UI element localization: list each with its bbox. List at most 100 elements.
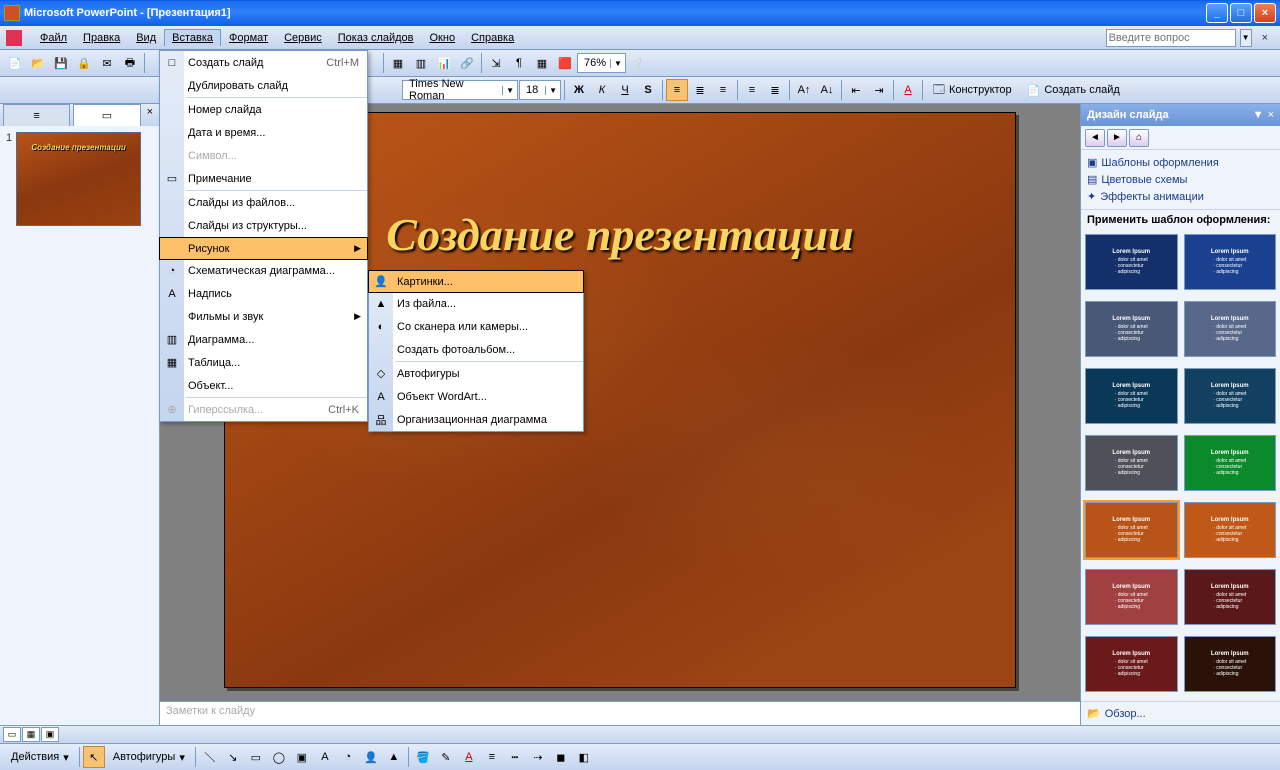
decrease-indent-button[interactable]: ⇤ [845, 79, 867, 101]
menu-item[interactable]: Номер слайда [160, 98, 367, 121]
menu-item[interactable]: Дата и время... [160, 121, 367, 144]
mdi-close-button[interactable]: × [1256, 32, 1274, 44]
shadow-button[interactable]: S [637, 79, 659, 101]
design-thumbnail[interactable]: Lorem Ipsum· dolor sit amet· consectetur… [1085, 636, 1178, 692]
menu-item[interactable]: ▦Таблица... [160, 351, 367, 374]
design-thumbnail[interactable]: Lorem Ipsum· dolor sit amet· consectetur… [1085, 234, 1178, 290]
close-button[interactable]: × [1254, 3, 1276, 23]
underline-button[interactable]: Ч [614, 79, 636, 101]
bullets-button[interactable]: ≣ [764, 79, 786, 101]
task-pane-close-icon[interactable]: × [1268, 109, 1274, 121]
menu-item[interactable]: Слайды из файлов... [160, 191, 367, 214]
normal-view-button[interactable]: ▭ [3, 727, 21, 742]
menu-file[interactable]: Файл [32, 29, 75, 47]
menu-format[interactable]: Формат [221, 29, 276, 47]
new-slide-button[interactable]: 📄 Создать слайд [1020, 79, 1127, 101]
table-button[interactable]: ▦ [387, 52, 409, 74]
oval-tool[interactable]: ◯ [268, 746, 290, 768]
grid-button[interactable]: ▦ [531, 52, 553, 74]
show-formatting-button[interactable]: ¶ [508, 52, 530, 74]
design-thumbnail[interactable]: Lorem Ipsum· dolor sit amet· consectetur… [1085, 435, 1178, 491]
menu-slideshow[interactable]: Показ слайдов [330, 29, 422, 47]
line-style-tool[interactable]: ≡ [481, 746, 503, 768]
3d-tool[interactable]: ◧ [573, 746, 595, 768]
menu-item[interactable]: Фильмы и звук▶ [160, 305, 367, 328]
menu-item[interactable]: AНадпись [160, 282, 367, 305]
save-button[interactable]: 💾 [50, 52, 72, 74]
link-colors[interactable]: ▤ Цветовые схемы [1087, 171, 1274, 188]
font-color-button[interactable]: A [897, 79, 919, 101]
submenu-item[interactable]: 👤Картинки... [368, 270, 584, 293]
browse-link[interactable]: 📂 Обзор... [1081, 701, 1280, 725]
nav-back-button[interactable]: ◄ [1085, 129, 1105, 147]
submenu-item[interactable]: AОбъект WordArt... [369, 385, 583, 408]
menu-item[interactable]: Слайды из структуры... [160, 214, 367, 237]
menu-item[interactable]: ◔Схематическая диаграмма... [160, 259, 367, 282]
diagram-tool[interactable]: ◔ [337, 746, 359, 768]
permission-button[interactable]: 🔒 [73, 52, 95, 74]
maximize-button[interactable]: □ [1230, 3, 1252, 23]
menu-item[interactable]: Символ... [160, 144, 367, 167]
select-tool[interactable]: ↖ [83, 746, 105, 768]
design-thumbnail[interactable]: Lorem Ipsum· dolor sit amet· consectetur… [1184, 301, 1277, 357]
font-color-tool[interactable]: A [458, 746, 480, 768]
menu-help[interactable]: Справка [463, 29, 522, 47]
menu-item[interactable]: ▥Диаграмма... [160, 328, 367, 351]
design-thumbnail[interactable]: Lorem Ipsum· dolor sit amet· consectetur… [1085, 368, 1178, 424]
shadow-tool[interactable]: ◼ [550, 746, 572, 768]
submenu-item[interactable]: 品Организационная диаграмма [369, 408, 583, 431]
open-button[interactable]: 📂 [27, 52, 49, 74]
design-thumbnail[interactable]: Lorem Ipsum· dolor sit amet· consectetur… [1085, 569, 1178, 625]
menu-item[interactable]: Рисунок▶ [159, 237, 368, 260]
submenu-item[interactable]: ◐Со сканера или камеры... [369, 315, 583, 338]
autoshapes-menu[interactable]: Автофигуры ▾ [106, 746, 192, 768]
expand-button[interactable]: ⇲ [485, 52, 507, 74]
arrow-tool[interactable]: ↘ [222, 746, 244, 768]
menu-window[interactable]: Окно [422, 29, 464, 47]
nav-fwd-button[interactable]: ► [1107, 129, 1127, 147]
design-thumbnail[interactable]: Lorem Ipsum· dolor sit amet· consectetur… [1085, 301, 1178, 357]
menu-edit[interactable]: Правка [75, 29, 128, 47]
align-left-button[interactable]: ≡ [666, 79, 688, 101]
menu-item[interactable]: Дублировать слайд [160, 74, 367, 97]
numbering-button[interactable]: ≡ [741, 79, 763, 101]
slide-thumbnail[interactable]: Создание презентации [16, 132, 141, 226]
menu-view[interactable]: Вид [128, 29, 164, 47]
zoom-combo[interactable]: 76%▼ [577, 53, 626, 73]
minimize-button[interactable]: _ [1206, 3, 1228, 23]
italic-button[interactable]: К [591, 79, 613, 101]
increase-font-button[interactable]: A↑ [793, 79, 815, 101]
line-color-tool[interactable]: ✎ [435, 746, 457, 768]
menu-item[interactable]: ▭Примечание [160, 167, 367, 190]
tables-borders-button[interactable]: ▥ [410, 52, 432, 74]
line-tool[interactable]: ＼ [199, 746, 221, 768]
actions-menu[interactable]: Действия ▾ [4, 746, 76, 768]
align-right-button[interactable]: ≡ [712, 79, 734, 101]
ask-dropdown-icon[interactable]: ▼ [1240, 29, 1252, 47]
chart-button[interactable]: 📊 [433, 52, 455, 74]
picture-tool[interactable]: ▲ [383, 746, 405, 768]
link-animation[interactable]: ✦ Эффекты анимации [1087, 188, 1274, 205]
email-button[interactable]: ✉ [96, 52, 118, 74]
design-thumbnail[interactable]: Lorem Ipsum· dolor sit amet· consectetur… [1184, 234, 1277, 290]
menu-item[interactable]: Объект... [160, 374, 367, 397]
help-button[interactable]: ❔ [627, 52, 649, 74]
increase-indent-button[interactable]: ⇥ [868, 79, 890, 101]
menu-item[interactable]: □Создать слайдCtrl+M [160, 51, 367, 74]
wordart-tool[interactable]: A [314, 746, 336, 768]
sorter-view-button[interactable]: ▦ [22, 727, 40, 742]
link-templates[interactable]: ▣ Шаблоны оформления [1087, 154, 1274, 171]
notes-pane[interactable]: Заметки к слайду [160, 701, 1080, 725]
slideshow-view-button[interactable]: ▣ [41, 727, 59, 742]
align-center-button[interactable]: ≣ [689, 79, 711, 101]
slides-tab[interactable]: ▭ [73, 104, 140, 126]
arrow-style-tool[interactable]: ⇢ [527, 746, 549, 768]
task-pane-menu-icon[interactable]: ▼ [1253, 109, 1264, 121]
submenu-item[interactable]: Создать фотоальбом... [369, 338, 583, 361]
hyperlink-button[interactable]: 🔗 [456, 52, 478, 74]
color-button[interactable]: 🟥 [554, 52, 576, 74]
design-thumbnail[interactable]: Lorem Ipsum· dolor sit amet· consectetur… [1085, 502, 1178, 558]
clipart-tool[interactable]: 👤 [360, 746, 382, 768]
font-combo[interactable]: Times New Roman▼ [402, 80, 518, 100]
design-thumbnail[interactable]: Lorem Ipsum· dolor sit amet· consectetur… [1184, 368, 1277, 424]
